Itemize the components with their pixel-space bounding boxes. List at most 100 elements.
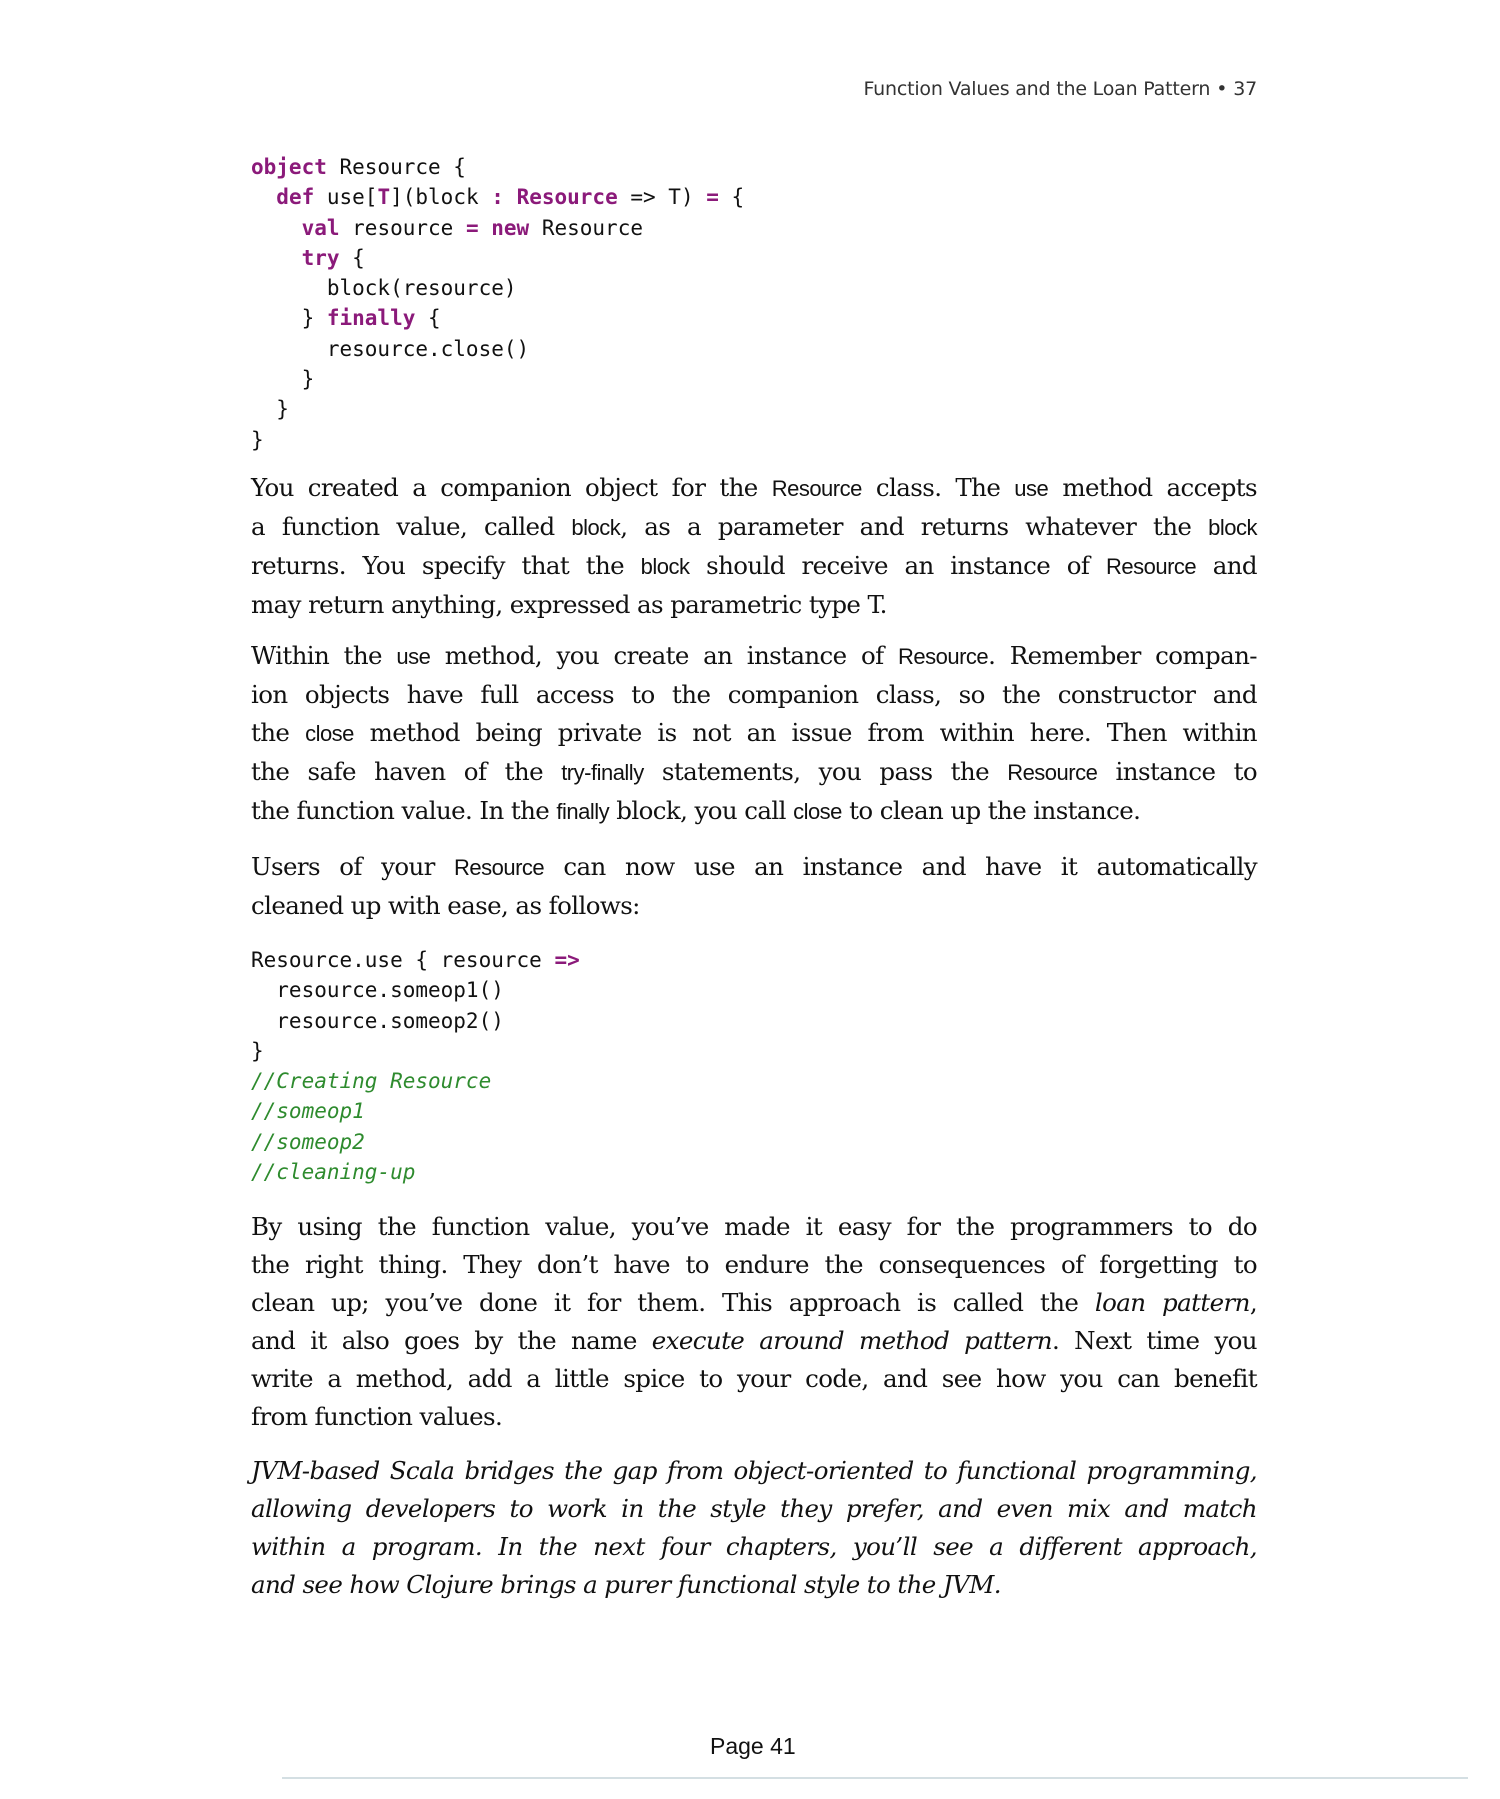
code-line: } <box>251 394 744 424</box>
text-run: Within the <box>251 641 397 670</box>
inline-code: try-finally <box>561 760 644 785</box>
text-line: By using the function value, you’ve made… <box>251 1208 1258 1246</box>
text-run: { <box>718 185 745 210</box>
text-run: returns. You specify that the <box>251 551 641 580</box>
text-run: cleaned up with ease, as follows: <box>251 891 640 920</box>
text-run <box>251 246 302 270</box>
text-run <box>251 185 276 209</box>
paragraph-within-use-method: Within the use method, you create an ins… <box>251 637 1258 831</box>
inline-code: finally <box>556 799 610 824</box>
code-block-resource-object: object Resource { def use[T](block : Res… <box>251 152 744 455</box>
text-line: ion objects have full access to the comp… <box>251 676 1258 714</box>
text-run <box>479 216 492 240</box>
code-line: //cleaning-up <box>251 1157 580 1187</box>
inline-code: close <box>793 799 842 824</box>
text-run: resource.someop1() <box>251 978 504 1003</box>
text-line: clean up; you’ve done it for them. This … <box>251 1284 1258 1322</box>
text-run: . Next time you <box>1051 1326 1258 1355</box>
text-run: resource.someop2() <box>251 1008 504 1033</box>
inline-code: Resource <box>1007 760 1098 785</box>
text-run: block(resource) <box>251 276 517 301</box>
text-run: to clean up the instance. <box>841 796 1141 825</box>
text-run: the function value. In the <box>251 796 557 825</box>
text-run: write a method, add a little spice to yo… <box>251 1364 1258 1393</box>
text-line: write a method, add a little spice to yo… <box>251 1360 1258 1398</box>
text-run: instance to <box>1097 757 1258 786</box>
code-line: } <box>251 425 744 455</box>
text-run: resource.close() <box>251 336 530 361</box>
text-run: Users of your <box>251 852 455 881</box>
text-run: within a program. In the next four chapt… <box>251 1532 1258 1561</box>
text-line: from function values. <box>251 1398 1257 1436</box>
text-run: and it also goes by the name <box>251 1326 652 1355</box>
bullet-separator: • <box>1216 78 1228 100</box>
inline-code: block <box>640 554 690 579</box>
code-line: def use[T](block : Resource => T) = { <box>251 182 744 212</box>
text-line: and it also goes by the name execute aro… <box>251 1322 1258 1360</box>
text-line: a function value, called block, as a par… <box>251 508 1257 547</box>
text-run: should receive an instance of <box>689 551 1106 580</box>
text-line: the function value. In the finally block… <box>251 792 1257 831</box>
code-line: //someop2 <box>251 1127 580 1157</box>
paragraph-companion-object: You created a companion object for the R… <box>251 469 1258 624</box>
inline-code: block <box>571 515 621 540</box>
code-line: //someop1 <box>251 1096 580 1126</box>
code-line: resource.someop2() <box>251 1006 580 1036</box>
text-line: returns. You specify that the block shou… <box>251 547 1258 586</box>
code-keyword: => <box>554 948 580 972</box>
code-keyword: = <box>465 215 479 240</box>
text-run <box>504 185 517 209</box>
text-run: By using the function value, you’ve made… <box>251 1212 1258 1241</box>
running-header: Function Values and the Loan Pattern • 37 <box>863 78 1257 100</box>
inline-code: Resource <box>454 855 545 880</box>
text-line: may return anything, expressed as parame… <box>251 586 1257 624</box>
page-number-footer: Page 41 <box>710 1733 796 1759</box>
text-line: You created a companion object for the R… <box>251 469 1258 508</box>
inline-code: Resource <box>897 644 989 669</box>
code-comment: //Creating Resource <box>251 1069 492 1094</box>
text-run: , <box>1249 1288 1258 1317</box>
text-run: { <box>339 245 365 270</box>
text-run: method being private is not an issue fro… <box>353 718 1258 747</box>
code-keyword: finally <box>326 306 416 331</box>
text-line: JVM-based Scala bridges the gap from obj… <box>251 1452 1258 1490</box>
code-line: try { <box>251 243 744 273</box>
code-keyword: T <box>377 185 391 210</box>
text-run: can now use an instance and have it auto… <box>544 852 1257 881</box>
text-line: within a program. In the next four chapt… <box>251 1528 1258 1566</box>
code-comment: //someop2 <box>251 1129 365 1154</box>
text-run: the <box>251 718 306 747</box>
book-page-number: 37 <box>1233 78 1257 100</box>
inline-code: block <box>1208 515 1257 540</box>
inline-code: close <box>305 721 354 746</box>
text-line: and see how Clojure brings a purer funct… <box>251 1566 1257 1604</box>
chapter-title: Function Values and the Loan Pattern <box>863 78 1211 100</box>
text-run: method accepts <box>1048 473 1257 502</box>
text-run: the right thing. They don’t have to endu… <box>251 1250 1258 1279</box>
code-line: val resource = new Resource <box>251 213 744 243</box>
text-run: and see how Clojure brings a purer funct… <box>251 1570 1001 1599</box>
text-run: . Remember compan- <box>988 641 1257 670</box>
code-block-resource-use: Resource.use { resource => resource.some… <box>251 945 580 1187</box>
code-line: } <box>251 1036 580 1066</box>
code-keyword: object <box>251 155 327 179</box>
text-run: block, you call <box>609 796 794 825</box>
inline-code: Resource <box>1105 554 1197 579</box>
code-keyword: = <box>706 185 719 210</box>
text-line: Within the use method, you create an ins… <box>251 637 1258 676</box>
paragraph-loan-pattern: By using the function value, you’ve made… <box>251 1208 1258 1436</box>
text-line: allowing developers to work in the style… <box>251 1490 1258 1528</box>
text-line: the safe haven of the try-finally statem… <box>251 753 1258 792</box>
text-run: { <box>415 306 441 331</box>
code-line: resource.someop1() <box>251 975 580 1005</box>
text-run: ion objects have full access to the comp… <box>251 680 1258 709</box>
text-run: use[ <box>314 185 378 210</box>
code-comment: //someop1 <box>251 1099 365 1124</box>
text-line: cleaned up with ease, as follows: <box>251 887 1257 925</box>
text-run: resource <box>339 215 466 240</box>
text-line: the right thing. They don’t have to endu… <box>251 1246 1258 1284</box>
inline-code: use <box>396 644 431 669</box>
inline-code: Resource <box>771 476 863 501</box>
text-run <box>251 216 302 240</box>
text-run: Resource { <box>326 155 466 179</box>
